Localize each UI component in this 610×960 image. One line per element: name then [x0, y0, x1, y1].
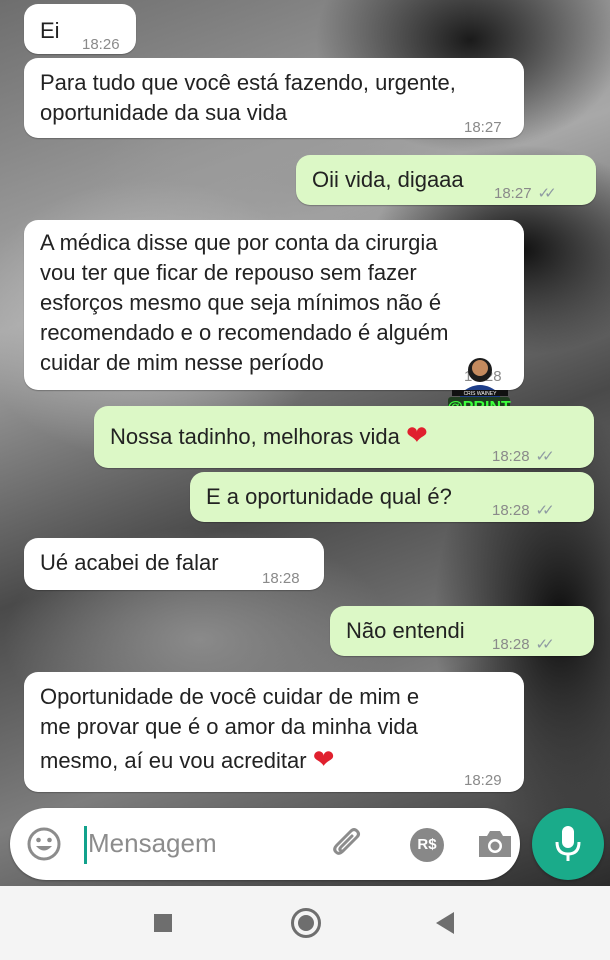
message-time-group: 18:28 ✓✓	[492, 496, 555, 526]
message-incoming[interactable]: Oportunidade de você cuidar de mim e me …	[24, 672, 524, 792]
message-text: E a oportunidade qual é?	[206, 484, 452, 509]
message-text: A médica disse que por conta da cirurgia	[40, 230, 438, 255]
message-composer[interactable]: Mensagem R$	[10, 808, 520, 880]
message-outgoing[interactable]: Oii vida, digaaa 18:27 ✓✓	[296, 155, 596, 205]
heart-emoji-icon: ❤	[312, 744, 335, 774]
text-cursor	[84, 826, 87, 864]
message-text: vou ter que ficar de repouso sem fazer	[40, 260, 417, 285]
message-outgoing[interactable]: E a oportunidade qual é? 18:28 ✓✓	[190, 472, 594, 522]
message-time: 18:28	[492, 502, 530, 519]
message-outgoing[interactable]: Nossa tadinho, melhoras vida ❤ 18:28 ✓✓	[94, 406, 594, 468]
message-time-group: 18:28 ✓✓	[492, 630, 555, 660]
microphone-icon	[555, 826, 581, 861]
message-time-group: 18:28 ✓✓	[492, 442, 555, 472]
message-text: cuidar de mim nesse período	[40, 350, 324, 375]
microphone-button[interactable]	[532, 808, 604, 880]
message-text: esforços mesmo que seja mínimos não é	[40, 290, 442, 315]
message-text: recomendado e o recomendado é alguém	[40, 320, 449, 345]
camera-icon[interactable]	[476, 826, 514, 862]
message-text-content: Nossa tadinho, melhoras vida	[110, 424, 400, 449]
message-text: oportunidade da sua vida	[40, 100, 288, 125]
read-receipt-icon: ✓✓	[537, 185, 557, 202]
message-incoming[interactable]: Ei 18:26	[24, 4, 136, 54]
nav-back-icon[interactable]	[436, 912, 454, 934]
message-time: 18:28	[492, 448, 530, 465]
message-time: 18:27	[494, 185, 532, 202]
message-text: me provar que é o amor da minha vida	[40, 714, 418, 739]
read-receipt-icon: ✓✓	[535, 448, 555, 465]
message-text: Para tudo que você está fazendo, urgente…	[40, 70, 456, 95]
message-text-content: mesmo, aí eu vou acreditar	[40, 748, 307, 773]
message-time: 18:26	[82, 36, 120, 53]
message-incoming[interactable]: Ué acabei de falar 18:28	[24, 538, 324, 590]
read-receipt-icon: ✓✓	[535, 502, 555, 519]
message-text: Oii vida, digaaa	[312, 167, 464, 192]
system-nav-bar	[0, 886, 610, 960]
message-time: 18:28	[492, 636, 530, 653]
heart-emoji-icon: ❤	[405, 420, 428, 450]
read-receipt-icon: ✓✓	[535, 636, 555, 653]
message-text: Nossa tadinho, melhoras vida ❤	[110, 420, 428, 452]
nav-recents-icon[interactable]	[154, 914, 172, 932]
message-text: Ei	[40, 18, 60, 43]
message-time: 18:29	[464, 772, 502, 789]
emoji-icon[interactable]	[26, 826, 62, 862]
message-outgoing[interactable]: Não entendi 18:28 ✓✓	[330, 606, 594, 656]
message-time: 18:27	[464, 119, 502, 136]
message-incoming[interactable]: Para tudo que você está fazendo, urgente…	[24, 58, 524, 138]
nav-home-icon[interactable]	[291, 908, 321, 938]
message-input[interactable]: Mensagem	[88, 828, 217, 859]
payment-icon[interactable]: R$	[410, 828, 444, 862]
message-time: 18:28	[262, 570, 300, 587]
message-text: Ué acabei de falar	[40, 550, 219, 575]
message-text: mesmo, aí eu vou acreditar ❤	[40, 744, 335, 776]
message-text: Não entendi	[346, 618, 465, 643]
message-time-group: 18:27 ✓✓	[494, 179, 557, 209]
message-text: Oportunidade de você cuidar de mim e	[40, 684, 420, 709]
watermark-line1: CRIS WAINEY	[464, 391, 498, 397]
paperclip-icon[interactable]	[328, 824, 368, 864]
